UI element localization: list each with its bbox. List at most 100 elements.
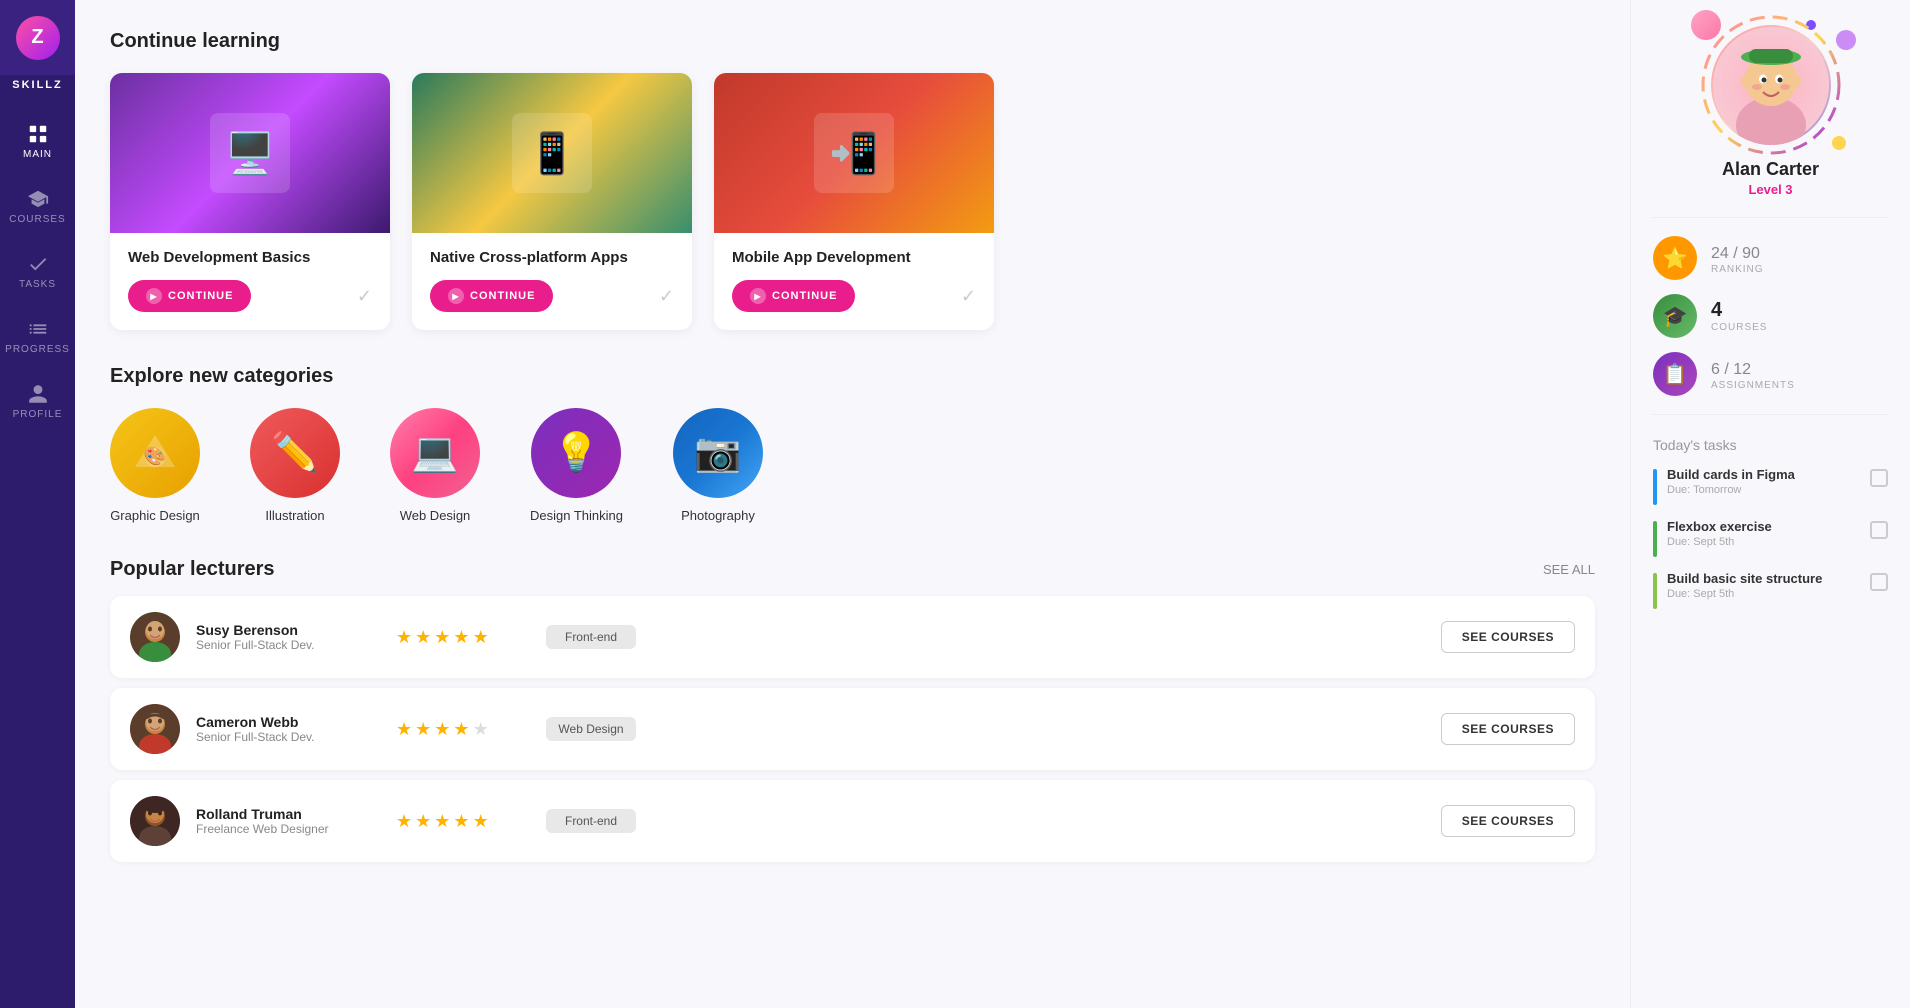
category-label-thinking: Design Thinking — [530, 508, 623, 523]
lecturer-avatar-0 — [130, 612, 180, 662]
lecturer-stars-0: ★ ★ ★ ★ ★ — [396, 627, 516, 648]
task-checkbox-2[interactable] — [1870, 573, 1888, 591]
lecturers-header: Popular lecturers SEE ALL — [110, 558, 1595, 581]
check-icon-1: ✓ — [659, 286, 674, 307]
check-icon-2: ✓ — [961, 286, 976, 307]
course-card-1: 📱 Native Cross-platform Apps ▶ CONTINUE … — [412, 73, 692, 330]
svg-text:🎨: 🎨 — [144, 445, 166, 466]
sidebar-item-main-label: MAIN — [23, 149, 52, 160]
category-label-web: Web Design — [400, 508, 471, 523]
course-footer-2: ▶ CONTINUE ✓ — [732, 280, 976, 312]
grid-icon — [27, 123, 49, 145]
see-courses-btn-2[interactable]: SEE COURSES — [1441, 805, 1575, 837]
category-label-illustration: Illustration — [265, 508, 324, 523]
sidebar-item-progress[interactable]: PROGRESS — [0, 304, 75, 369]
see-all-link[interactable]: SEE ALL — [1543, 562, 1595, 577]
task-due-2: Due: Sept 5th — [1667, 588, 1860, 600]
tasks-title: Today's tasks — [1653, 437, 1888, 453]
category-label-photo: Photography — [681, 508, 755, 523]
progress-icon — [27, 318, 49, 340]
task-checkbox-1[interactable] — [1870, 521, 1888, 539]
profile-level: Level 3 — [1748, 182, 1792, 197]
course-footer-0: ▶ CONTINUE ✓ — [128, 280, 372, 312]
task-bar-1 — [1653, 521, 1657, 557]
lecturer-row-0: Susy Berenson Senior Full-Stack Dev. ★ ★… — [110, 596, 1595, 678]
logo-icon: Z — [16, 16, 60, 60]
course-body-1: Native Cross-platform Apps ▶ CONTINUE ✓ — [412, 233, 692, 330]
lecturer-tag-0: Front-end — [546, 625, 636, 649]
lecturers-title: Popular lecturers — [110, 558, 275, 581]
ranking-icon: ⭐ — [1653, 236, 1697, 280]
task-bar-0 — [1653, 469, 1657, 505]
course-thumb-1: 📱 — [412, 73, 692, 233]
course-body-0: Web Development Basics ▶ CONTINUE ✓ — [110, 233, 390, 330]
assignments-icon: 📋 — [1653, 352, 1697, 396]
sidebar: Z SKILLZ MAIN COURSES TASKS PROGRESS PRO… — [0, 0, 75, 1008]
profile-icon — [27, 383, 49, 405]
stat-ranking: ⭐ 24 / 90 RANKING — [1653, 236, 1888, 280]
profile-ring — [1696, 10, 1846, 160]
task-item-2: Build basic site structure Due: Sept 5th — [1653, 571, 1888, 609]
task-checkbox-0[interactable] — [1870, 469, 1888, 487]
lecturer-tag-1: Web Design — [546, 717, 636, 741]
sidebar-item-tasks[interactable]: TASKS — [0, 239, 75, 304]
profile-name: Alan Carter — [1722, 159, 1819, 180]
stat-assignments: 📋 6 / 12 ASSIGNMENTS — [1653, 352, 1888, 396]
lecturer-stars-1: ★ ★ ★ ★ ★ — [396, 719, 516, 740]
ranking-label: RANKING — [1711, 264, 1764, 275]
sidebar-item-profile[interactable]: PROFILE — [0, 369, 75, 434]
see-courses-btn-0[interactable]: SEE COURSES — [1441, 621, 1575, 653]
category-icon-photo: 📷 — [673, 408, 763, 498]
course-body-2: Mobile App Development ▶ CONTINUE ✓ — [714, 233, 994, 330]
profile-card: Alan Carter Level 3 — [1653, 25, 1888, 197]
course-card-2: 📲 Mobile App Development ▶ CONTINUE ✓ — [714, 73, 994, 330]
main-content: Continue learning 🖥️ Web Development Bas… — [75, 0, 1630, 1008]
continue-btn-2[interactable]: ▶ CONTINUE — [732, 280, 855, 312]
sidebar-item-profile-label: PROFILE — [13, 409, 63, 420]
sidebar-item-courses[interactable]: COURSES — [0, 174, 75, 239]
stat-courses-values: 4 COURSES — [1711, 299, 1767, 333]
course-footer-1: ▶ CONTINUE ✓ — [430, 280, 674, 312]
task-text-0: Build cards in Figma Due: Tomorrow — [1667, 467, 1860, 496]
continue-learning-title: Continue learning — [110, 30, 1595, 53]
lecturer-tag-2: Front-end — [546, 809, 636, 833]
see-courses-btn-1[interactable]: SEE COURSES — [1441, 713, 1575, 745]
lecturer-name-1: Cameron Webb — [196, 714, 376, 730]
brand-label: SKILLZ — [12, 79, 63, 91]
task-due-0: Due: Tomorrow — [1667, 484, 1860, 496]
continue-btn-0[interactable]: ▶ CONTINUE — [128, 280, 251, 312]
course-cards: 🖥️ Web Development Basics ▶ CONTINUE ✓ 📱… — [110, 73, 1595, 330]
lecturer-role-0: Senior Full-Stack Dev. — [196, 638, 376, 652]
tasks-section: Today's tasks Build cards in Figma Due: … — [1653, 437, 1888, 623]
category-icon-graphic: 🎨 — [110, 408, 200, 498]
course-title-1: Native Cross-platform Apps — [430, 249, 674, 266]
lecturer-row-2: Rolland Truman Freelance Web Designer ★ … — [110, 780, 1595, 862]
play-icon-2: ▶ — [750, 288, 766, 304]
sidebar-nav: MAIN COURSES TASKS PROGRESS PROFILE — [0, 99, 75, 434]
ranking-value: 24 / 90 — [1711, 241, 1764, 264]
category-illustration[interactable]: ✏️ Illustration — [250, 408, 340, 523]
course-thumb-2: 📲 — [714, 73, 994, 233]
category-label-graphic: Graphic Design — [110, 508, 200, 523]
lecturer-stars-2: ★ ★ ★ ★ ★ — [396, 811, 516, 832]
sidebar-item-courses-label: COURSES — [9, 214, 65, 225]
sidebar-item-main[interactable]: MAIN — [0, 109, 75, 174]
lecturer-info-2: Rolland Truman Freelance Web Designer — [196, 806, 376, 836]
continue-btn-1[interactable]: ▶ CONTINUE — [430, 280, 553, 312]
lecturer-info-0: Susy Berenson Senior Full-Stack Dev. — [196, 622, 376, 652]
category-photography[interactable]: 📷 Photography — [673, 408, 763, 523]
sidebar-item-tasks-label: TASKS — [19, 279, 56, 290]
category-graphic-design[interactable]: 🎨 Graphic Design — [110, 408, 200, 523]
category-web-design[interactable]: 💻 Web Design — [390, 408, 480, 523]
graphic-design-svg: 🎨 — [131, 429, 179, 477]
task-name-0: Build cards in Figma — [1667, 467, 1860, 482]
profile-avatar-wrap — [1711, 25, 1831, 145]
lecturer-role-1: Senior Full-Stack Dev. — [196, 730, 376, 744]
task-item-0: Build cards in Figma Due: Tomorrow — [1653, 467, 1888, 505]
task-name-1: Flexbox exercise — [1667, 519, 1860, 534]
task-bar-2 — [1653, 573, 1657, 609]
course-title-0: Web Development Basics — [128, 249, 372, 266]
category-design-thinking[interactable]: 💡 Design Thinking — [530, 408, 623, 523]
courses-stat-icon: 🎓 — [1653, 294, 1697, 338]
courses-stat-value: 4 — [1711, 299, 1767, 322]
